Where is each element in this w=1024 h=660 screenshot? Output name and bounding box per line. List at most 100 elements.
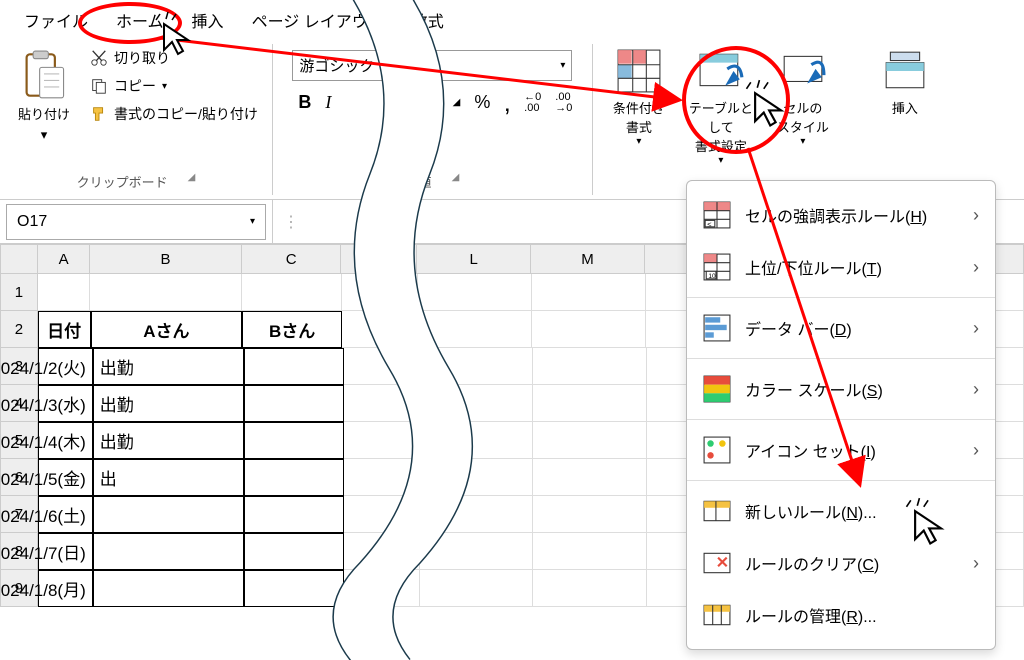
cell[interactable] bbox=[38, 274, 91, 311]
cell[interactable]: 2024/1/6(土) bbox=[38, 496, 93, 533]
cell[interactable] bbox=[344, 422, 420, 459]
formula-bar-divider[interactable]: ⋮ bbox=[272, 200, 309, 243]
cell[interactable] bbox=[418, 274, 532, 311]
insert-cells-button[interactable]: 挿入 bbox=[869, 46, 941, 168]
cut-button[interactable]: 切り取り bbox=[86, 46, 262, 70]
menu-item-icon-sets[interactable]: アイコン セット(I)› bbox=[687, 424, 995, 476]
cell[interactable] bbox=[532, 274, 646, 311]
column-header-A[interactable]: A bbox=[38, 244, 90, 274]
menu-item-highlight-rules[interactable]: ≤セルの強調表示ルール(H)› bbox=[687, 189, 995, 241]
cell[interactable] bbox=[420, 422, 534, 459]
cell[interactable] bbox=[344, 385, 420, 422]
cell[interactable] bbox=[244, 348, 344, 385]
cell[interactable]: 2024/1/8(月) bbox=[38, 570, 93, 607]
cell[interactable] bbox=[344, 533, 420, 570]
menu-item-clear-rules[interactable]: ルールのクリア(C)› bbox=[687, 537, 995, 589]
chevron-down-icon: ▾ bbox=[41, 127, 48, 143]
decrease-decimal-button[interactable]: .00→0 bbox=[555, 92, 572, 114]
increase-decimal-button[interactable]: ←0.00 bbox=[524, 92, 541, 114]
format-as-table-button[interactable]: テーブルとして 書式設定 ▾ bbox=[685, 46, 757, 168]
menu-page-layout[interactable]: ページ レイアウト bbox=[238, 2, 398, 38]
paste-button[interactable]: 貼り付け ▾ bbox=[10, 46, 78, 147]
column-header-M[interactable]: M bbox=[531, 244, 645, 274]
cell[interactable]: 出勤 bbox=[93, 385, 244, 422]
cell[interactable]: Bさん bbox=[242, 311, 342, 348]
cell[interactable]: 出 bbox=[93, 459, 244, 496]
cell[interactable] bbox=[344, 459, 420, 496]
menu-home[interactable]: ホーム bbox=[102, 2, 178, 38]
bold-button[interactable]: B bbox=[298, 92, 311, 113]
cell-styles-button[interactable]: セルの スタイル ▾ bbox=[767, 46, 839, 168]
row-header[interactable]: 1 bbox=[0, 274, 38, 311]
font-name-select[interactable]: 游ゴシック▾ bbox=[292, 50, 572, 81]
cell[interactable]: 2024/1/4(木) bbox=[38, 422, 93, 459]
cell[interactable] bbox=[420, 348, 534, 385]
cell[interactable] bbox=[420, 533, 534, 570]
cell[interactable] bbox=[244, 422, 344, 459]
select-all-cell[interactable] bbox=[0, 244, 38, 274]
cell[interactable] bbox=[344, 570, 420, 607]
column-header-B[interactable]: B bbox=[90, 244, 242, 274]
cell[interactable] bbox=[420, 570, 534, 607]
cell[interactable] bbox=[532, 311, 646, 348]
cell[interactable] bbox=[93, 496, 244, 533]
format-painter-button[interactable]: 書式のコピー/貼り付け bbox=[86, 102, 262, 126]
cell[interactable]: 出勤 bbox=[93, 348, 244, 385]
cell[interactable]: 日付 bbox=[38, 311, 91, 348]
cell[interactable] bbox=[418, 311, 532, 348]
cell[interactable] bbox=[342, 274, 418, 311]
cell[interactable]: 出勤 bbox=[93, 422, 244, 459]
menu-formulas[interactable]: 数式 bbox=[398, 2, 458, 38]
cell[interactable] bbox=[344, 348, 420, 385]
column-header-K[interactable]: K bbox=[341, 244, 417, 274]
cell[interactable]: 2024/1/2(火) bbox=[38, 348, 93, 385]
cell[interactable] bbox=[533, 459, 647, 496]
conditional-formatting-button[interactable]: 条件付き 書式 ▾ bbox=[603, 46, 675, 168]
menu-item-manage-rules[interactable]: ルールの管理(R)... bbox=[687, 589, 995, 641]
cell[interactable] bbox=[533, 496, 647, 533]
column-header-C[interactable]: C bbox=[242, 244, 342, 274]
menu-item-top-bottom[interactable]: 10上位/下位ルール(T)› bbox=[687, 241, 995, 293]
cell[interactable] bbox=[244, 570, 344, 607]
menu-item-color-scales[interactable]: カラー スケール(S)› bbox=[687, 363, 995, 415]
cell[interactable] bbox=[244, 459, 344, 496]
cell[interactable] bbox=[533, 348, 647, 385]
column-header-L[interactable]: L bbox=[417, 244, 531, 274]
cell[interactable] bbox=[244, 533, 344, 570]
conditional-formatting-dropdown: ≤セルの強調表示ルール(H)›10上位/下位ルール(T)› データ バー(D)› カ… bbox=[686, 180, 996, 650]
cell[interactable] bbox=[533, 385, 647, 422]
cell[interactable] bbox=[244, 496, 344, 533]
dialog-launcher-icon[interactable]: ◢ bbox=[452, 172, 460, 183]
cell[interactable] bbox=[242, 274, 342, 311]
cell[interactable]: Aさん bbox=[91, 311, 243, 348]
cell[interactable]: 2024/1/7(日) bbox=[38, 533, 93, 570]
cell[interactable]: 2024/1/5(金) bbox=[38, 459, 93, 496]
menu-item-data-bars[interactable]: データ バー(D)› bbox=[687, 302, 995, 354]
cell[interactable] bbox=[93, 533, 244, 570]
cell[interactable] bbox=[420, 459, 534, 496]
cell[interactable] bbox=[533, 422, 647, 459]
cell[interactable] bbox=[533, 533, 647, 570]
copy-button[interactable]: コピー ▾ bbox=[86, 74, 262, 98]
row-header[interactable]: 2 bbox=[0, 311, 38, 348]
cell[interactable] bbox=[342, 311, 418, 348]
menu-item-new-rule[interactable]: 新しいルール(N)... bbox=[687, 485, 995, 537]
name-box[interactable]: O17 ▾ bbox=[6, 204, 266, 240]
cell[interactable]: 2024/1/3(水) bbox=[38, 385, 93, 422]
dialog-launcher-icon[interactable]: ◢ bbox=[188, 172, 196, 183]
menu-insert[interactable]: 挿入 bbox=[178, 2, 238, 38]
menu-file[interactable]: ファイル bbox=[10, 2, 102, 38]
percent-button[interactable]: % bbox=[474, 92, 490, 113]
ribbon-group-font-number: 游ゴシック▾ B I ◢ % ‚ ←0.00 .00→0 数値◢ bbox=[273, 44, 593, 195]
cell[interactable] bbox=[90, 274, 242, 311]
cell[interactable] bbox=[93, 570, 244, 607]
clipboard-group-label: クリップボード◢ bbox=[77, 168, 196, 193]
cell[interactable] bbox=[420, 496, 534, 533]
cell[interactable] bbox=[420, 385, 534, 422]
cell[interactable] bbox=[344, 496, 420, 533]
cell[interactable] bbox=[244, 385, 344, 422]
cell[interactable] bbox=[533, 570, 647, 607]
italic-button[interactable]: I bbox=[325, 92, 331, 113]
comma-button[interactable]: ‚ bbox=[504, 87, 510, 118]
dialog-launcher-icon[interactable]: ◢ bbox=[453, 97, 461, 108]
